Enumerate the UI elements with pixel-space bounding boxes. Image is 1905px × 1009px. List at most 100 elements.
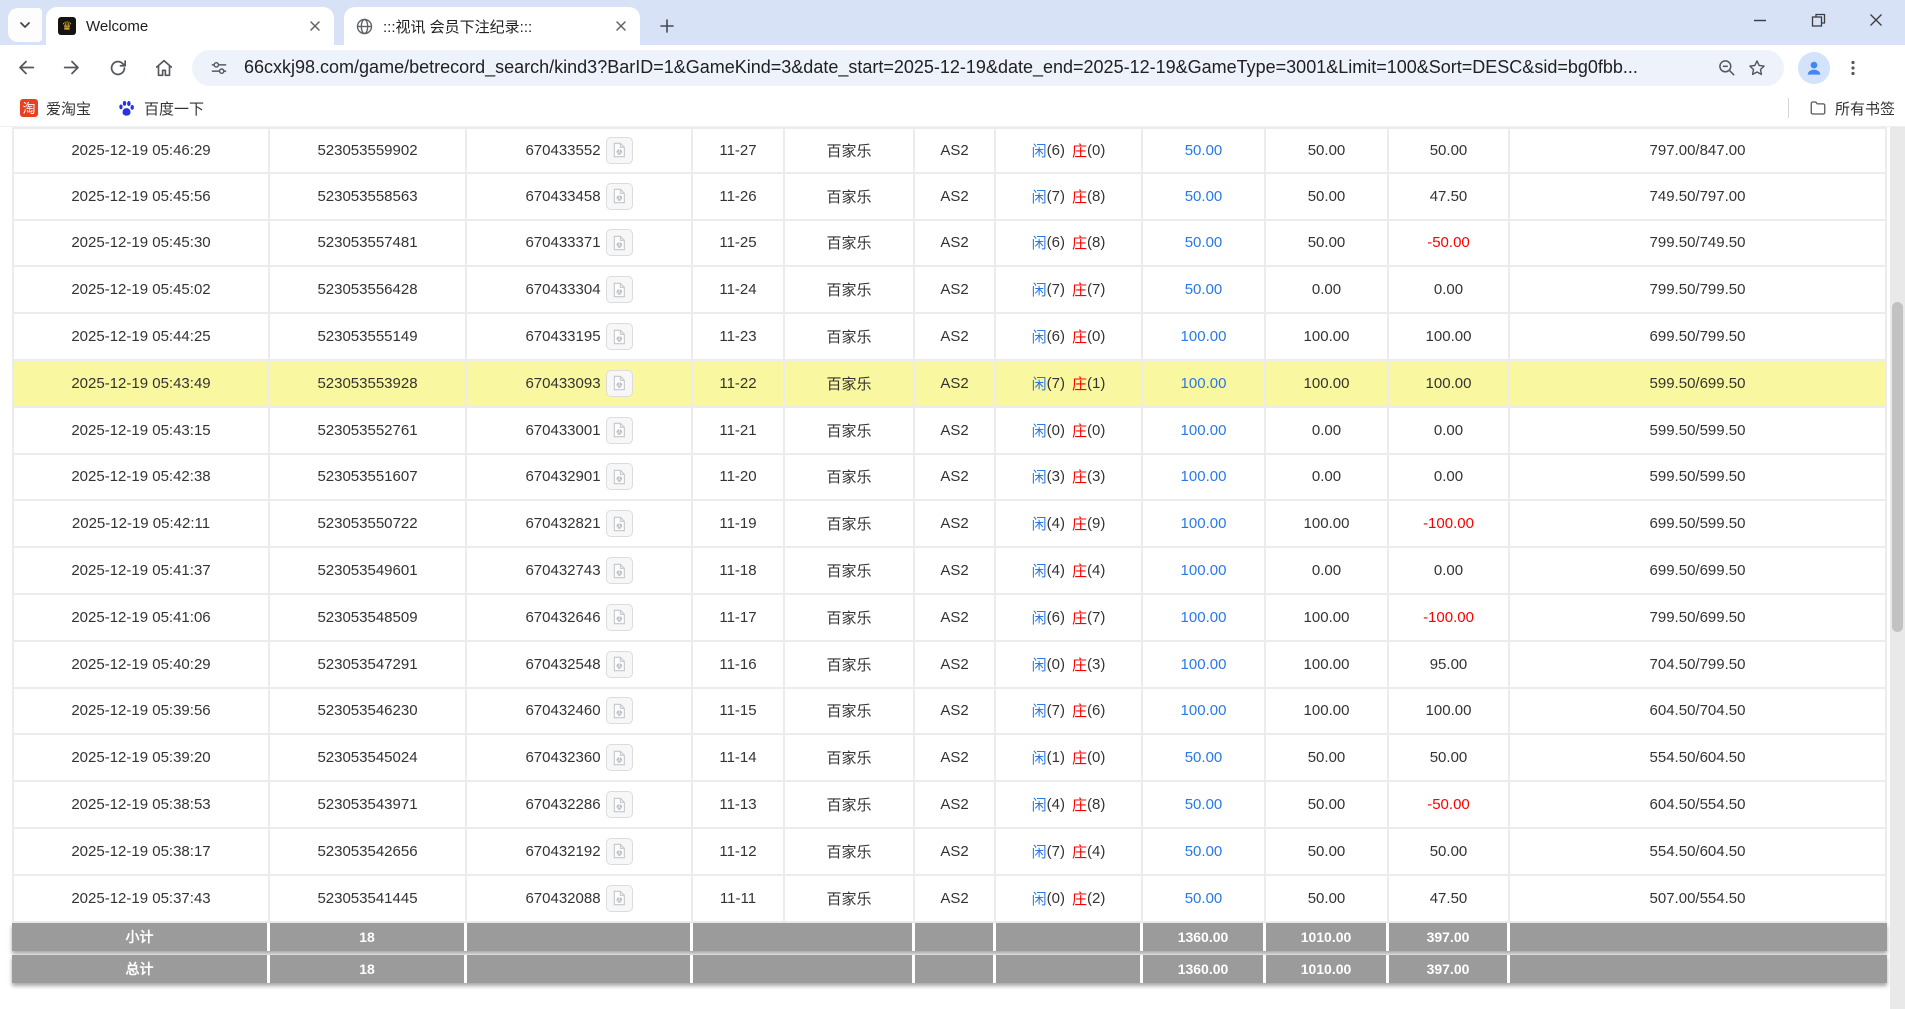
bet-amount-link[interactable]: 100.00 <box>1143 642 1266 687</box>
cell-game: 百家乐 <box>785 267 915 312</box>
cell-balance: 599.50/599.50 <box>1510 408 1887 453</box>
video-replay-button[interactable] <box>606 604 633 631</box>
video-replay-button[interactable] <box>606 323 633 350</box>
banker-result: 庄 <box>1072 794 1087 815</box>
address-bar[interactable]: 66cxkj98.com/game/betrecord_search/kind3… <box>192 50 1784 86</box>
tab-search-chevron-icon[interactable] <box>8 8 42 42</box>
cell-result: 闲(1)庄(0) <box>996 735 1143 780</box>
cell-time: 2025-12-19 05:41:37 <box>12 548 270 593</box>
tab-betrecord[interactable]: :::视讯 会员下注纪录::: <box>344 7 640 45</box>
video-replay-button[interactable] <box>606 744 633 771</box>
cell-table: AS2 <box>915 221 996 266</box>
video-replay-button[interactable] <box>606 463 633 490</box>
cell-valid-amount: 100.00 <box>1266 361 1389 406</box>
url-text[interactable]: 66cxkj98.com/game/betrecord_search/kind3… <box>244 57 1712 78</box>
cell-time: 2025-12-19 05:37:43 <box>12 876 270 921</box>
total-winlose: 397.00 <box>1389 955 1510 983</box>
video-replay-button[interactable] <box>606 885 633 912</box>
cell-time: 2025-12-19 05:38:53 <box>12 782 270 827</box>
cell-round: 11-17 <box>693 595 785 640</box>
table-row: 2025-12-19 05:40:29 523053547291 6704325… <box>12 642 1887 689</box>
video-replay-button[interactable] <box>606 651 633 678</box>
cell-bet-id: 670433458 <box>467 174 693 219</box>
cell-valid-amount: 100.00 <box>1266 501 1389 546</box>
bet-amount-link[interactable]: 50.00 <box>1143 782 1266 827</box>
video-replay-button[interactable] <box>606 137 633 164</box>
cell-table: AS2 <box>915 735 996 780</box>
back-icon[interactable] <box>6 48 46 88</box>
bookmark-baidu[interactable]: 百度一下 <box>111 94 210 122</box>
cell-round: 11-15 <box>693 689 785 734</box>
video-replay-button[interactable] <box>606 370 633 397</box>
zoom-icon[interactable] <box>1712 53 1742 83</box>
video-replay-button[interactable] <box>606 838 633 865</box>
scrollbar-thumb[interactable] <box>1892 302 1903 632</box>
bet-record-table: 2025-12-19 05:46:29 523053559902 6704335… <box>12 127 1887 983</box>
minimize-button[interactable] <box>1731 0 1789 40</box>
bet-amount-link[interactable]: 50.00 <box>1143 735 1266 780</box>
total-label: 总计 <box>12 955 270 983</box>
tab-close-icon[interactable] <box>612 17 630 35</box>
cell-round: 11-23 <box>693 314 785 359</box>
cell-balance: 799.50/699.50 <box>1510 595 1887 640</box>
bet-amount-link[interactable]: 50.00 <box>1143 829 1266 874</box>
video-replay-button[interactable] <box>606 697 633 724</box>
table-row: 2025-12-19 05:42:38 523053551607 6704329… <box>12 455 1887 502</box>
bookmark-star-icon[interactable] <box>1742 53 1772 83</box>
bet-amount-link[interactable]: 100.00 <box>1143 455 1266 500</box>
vertical-scrollbar[interactable] <box>1890 127 1905 1009</box>
cell-valid-amount: 50.00 <box>1266 876 1389 921</box>
site-settings-icon[interactable] <box>204 53 234 83</box>
forward-icon[interactable] <box>52 48 92 88</box>
cell-game: 百家乐 <box>785 689 915 734</box>
bet-amount-link[interactable]: 50.00 <box>1143 129 1266 172</box>
player-result: 闲 <box>1032 513 1047 534</box>
video-replay-button[interactable] <box>606 417 633 444</box>
cell-serial: 523053541445 <box>270 876 467 921</box>
bet-amount-link[interactable]: 50.00 <box>1143 267 1266 312</box>
tab-close-icon[interactable] <box>306 17 324 35</box>
cell-result: 闲(4)庄(9) <box>996 501 1143 546</box>
all-bookmarks-button[interactable]: 所有书签 <box>1803 94 1901 122</box>
new-tab-button[interactable] <box>652 11 682 41</box>
bet-amount-link[interactable]: 100.00 <box>1143 501 1266 546</box>
bet-amount-link[interactable]: 100.00 <box>1143 408 1266 453</box>
restore-button[interactable] <box>1789 0 1847 40</box>
video-replay-button[interactable] <box>606 183 633 210</box>
cell-table: AS2 <box>915 361 996 406</box>
cell-time: 2025-12-19 05:45:30 <box>12 221 270 266</box>
video-replay-button[interactable] <box>606 229 633 256</box>
bet-amount-link[interactable]: 50.00 <box>1143 876 1266 921</box>
bet-amount-link[interactable]: 50.00 <box>1143 221 1266 266</box>
video-replay-button[interactable] <box>606 276 633 303</box>
cell-result: 闲(6)庄(8) <box>996 221 1143 266</box>
player-result: 闲 <box>1032 794 1047 815</box>
close-window-button[interactable] <box>1847 0 1905 40</box>
video-replay-button[interactable] <box>606 557 633 584</box>
banker-result: 庄 <box>1072 654 1087 675</box>
player-result: 闲 <box>1032 560 1047 581</box>
cell-result: 闲(0)庄(2) <box>996 876 1143 921</box>
subtotal-label: 小计 <box>12 923 270 951</box>
bet-amount-link[interactable]: 50.00 <box>1143 174 1266 219</box>
cell-balance: 704.50/799.50 <box>1510 642 1887 687</box>
bet-amount-link[interactable]: 100.00 <box>1143 314 1266 359</box>
cell-bet-id: 670432360 <box>467 735 693 780</box>
reload-icon[interactable] <box>98 48 138 88</box>
bet-amount-link[interactable]: 100.00 <box>1143 595 1266 640</box>
bookmark-taobao[interactable]: 淘 爱淘宝 <box>14 94 97 122</box>
browser-menu-icon[interactable] <box>1836 51 1870 85</box>
home-icon[interactable] <box>144 48 184 88</box>
video-replay-button[interactable] <box>606 510 633 537</box>
cell-table: AS2 <box>915 548 996 593</box>
video-replay-button[interactable] <box>606 791 633 818</box>
cell-serial: 523053558563 <box>270 174 467 219</box>
bet-amount-link[interactable]: 100.00 <box>1143 361 1266 406</box>
bet-amount-link[interactable]: 100.00 <box>1143 689 1266 734</box>
profile-avatar[interactable] <box>1798 52 1830 84</box>
tab-title: :::视讯 会员下注纪录::: <box>383 16 612 37</box>
cell-valid-amount: 50.00 <box>1266 221 1389 266</box>
table-row: 2025-12-19 05:45:30 523053557481 6704333… <box>12 221 1887 268</box>
tab-welcome[interactable]: ♛ Welcome <box>46 7 334 45</box>
bet-amount-link[interactable]: 100.00 <box>1143 548 1266 593</box>
